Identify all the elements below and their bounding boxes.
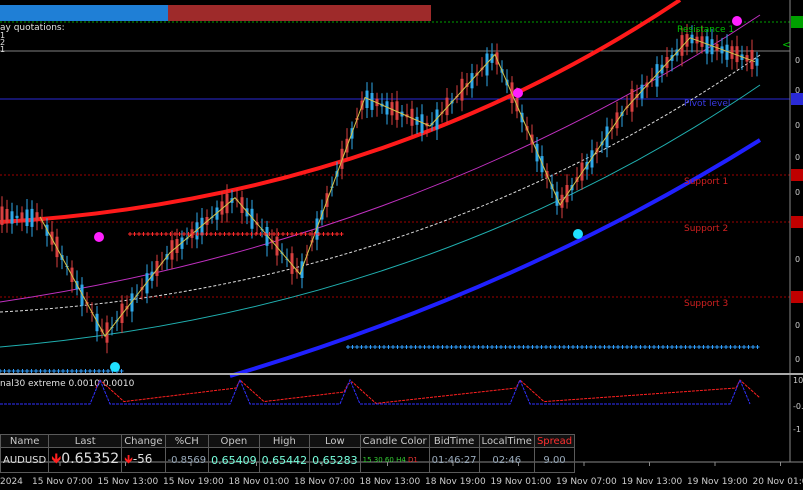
- candle-body: [25, 209, 29, 226]
- resistance-tag: [791, 16, 803, 28]
- time-label: 18 Nov 07:00: [294, 477, 355, 487]
- time-label: 15 Nov 07:00: [32, 477, 93, 487]
- cc-d1: D1: [408, 456, 418, 464]
- quote-header-row: Name Last Change %CH Open High Low Candl…: [0, 434, 576, 448]
- price-tick-5: 0: [795, 188, 800, 197]
- price-tick-4: 0: [795, 153, 800, 162]
- candle-body: [735, 46, 739, 63]
- candle-body: [10, 211, 14, 224]
- quotations-text: ay quotations:: [0, 23, 65, 33]
- support2-tag: [791, 216, 803, 228]
- down-arrow-icon: 🡻: [124, 451, 133, 466]
- val-spread: 9.00: [533, 447, 576, 473]
- top-marker-1: [94, 232, 104, 242]
- quote-table: Name Last Change %CH Open High Low Candl…: [0, 434, 576, 473]
- val-last: 0.65352: [61, 451, 120, 467]
- support3-tag: [791, 291, 803, 303]
- support2-label: Support 2: [684, 224, 728, 234]
- hdr-name: Name: [0, 434, 50, 448]
- time-label: 2024: [0, 477, 23, 487]
- red-marker-strip: [128, 232, 344, 236]
- cc-15: 15: [362, 456, 372, 464]
- blue-marker-strip-left: [0, 369, 124, 373]
- val-last-cell: 🡻0.65352: [48, 447, 123, 473]
- cc-60: 60: [384, 456, 394, 464]
- candle-series: [0, 24, 759, 354]
- time-label: 19 Nov 13:00: [622, 477, 683, 487]
- support3-label: Support 3: [684, 299, 728, 309]
- candle-body: [5, 209, 9, 224]
- hdr-last: Last: [48, 434, 123, 448]
- hdr-spread: Spread: [533, 434, 576, 448]
- support1-label: Support 1: [684, 177, 728, 187]
- val-change-cell: 🡻-56: [121, 447, 166, 473]
- hdr-low: Low: [309, 434, 361, 448]
- magenta-channel: [0, 14, 761, 303]
- indicator-tick-bot: -1: [793, 425, 801, 434]
- val-candle-colors: 15 30 60 H4 D1: [359, 447, 430, 473]
- time-label: 20 Nov 01:00: [753, 477, 803, 487]
- indicator-label: nal30 extreme 0.0010 0.0010: [0, 379, 135, 389]
- top-bar-blue: [0, 5, 168, 21]
- candle-body: [20, 212, 24, 221]
- candle-body: [15, 215, 19, 219]
- val-bidtime: 01:46:27: [428, 447, 480, 473]
- hdr-bidtime: BidTime: [428, 434, 480, 448]
- val-high: 0.65442: [258, 447, 311, 473]
- time-label: 19 Nov 01:00: [491, 477, 552, 487]
- indicator-tick-mid: -0.2: [793, 402, 803, 411]
- candle-body: [35, 212, 39, 221]
- support1-tag: [791, 169, 803, 181]
- price-tick-6: 0: [795, 255, 800, 264]
- quote-value-row: AUDUSD 🡻0.65352 🡻-56 -0.8569 0.65409 0.6…: [0, 447, 576, 473]
- cc-30: 30: [373, 456, 383, 464]
- time-label: 15 Nov 19:00: [163, 477, 224, 487]
- indicator-red-line: [95, 379, 761, 404]
- pivot-label: Pivot level: [684, 99, 730, 109]
- quotation-line-3: 1: [0, 45, 5, 54]
- time-label: 18 Nov 01:00: [229, 477, 290, 487]
- candle-body: [420, 114, 424, 133]
- val-change: -56: [132, 451, 153, 466]
- time-label: 19 Nov 07:00: [556, 477, 617, 487]
- price-tick-8: 0: [795, 355, 800, 364]
- down-arrow-icon: 🡻: [51, 451, 62, 467]
- hdr-candle-color: Candle Color: [359, 434, 430, 448]
- hdr-pch: %CH: [164, 434, 210, 448]
- val-low: 0.65283: [309, 447, 361, 473]
- bottom-marker-1: [110, 362, 120, 372]
- cc-h4: H4: [396, 456, 406, 464]
- val-localtime: 02:46: [478, 447, 535, 473]
- hdr-high: High: [258, 434, 311, 448]
- price-tick-7: 0: [795, 321, 800, 330]
- candle-body: [750, 50, 754, 70]
- mid-channel-dashed: [0, 54, 761, 313]
- indicator-tick-top: 10: [793, 376, 803, 385]
- hdr-localtime: LocalTime: [478, 434, 535, 448]
- price-tick-3: 0: [795, 121, 800, 130]
- hdr-open: Open: [208, 434, 260, 448]
- val-name: AUDUSD: [0, 447, 50, 473]
- top-marker-2: [513, 88, 523, 98]
- time-label: 18 Nov 19:00: [425, 477, 486, 487]
- time-label: 19 Nov 19:00: [687, 477, 748, 487]
- price-tick-2: 0: [795, 86, 800, 95]
- resistance-label: Resistance 1: [677, 25, 734, 35]
- time-label: 18 Nov 13:00: [360, 477, 421, 487]
- upper-channel-curve: [0, 0, 682, 224]
- top-bar-red: [168, 5, 431, 21]
- bottom-marker-2: [573, 229, 583, 239]
- candle-body: [755, 58, 759, 66]
- quote-panel: Name Last Change %CH Open High Low Candl…: [0, 434, 576, 473]
- blue-marker-strip-right: [346, 345, 760, 349]
- cyan-channel: [0, 84, 761, 348]
- val-pch: -0.8569: [164, 447, 210, 473]
- hdr-change: Change: [121, 434, 166, 448]
- time-label: 15 Nov 13:00: [98, 477, 159, 487]
- price-tick-1: 0: [795, 56, 800, 65]
- val-open: 0.65409: [208, 447, 260, 473]
- candle-body: [0, 206, 4, 225]
- candle-body: [30, 208, 34, 227]
- chart-canvas: Resistance 1 Pivot level Support 1 Suppo…: [0, 0, 803, 487]
